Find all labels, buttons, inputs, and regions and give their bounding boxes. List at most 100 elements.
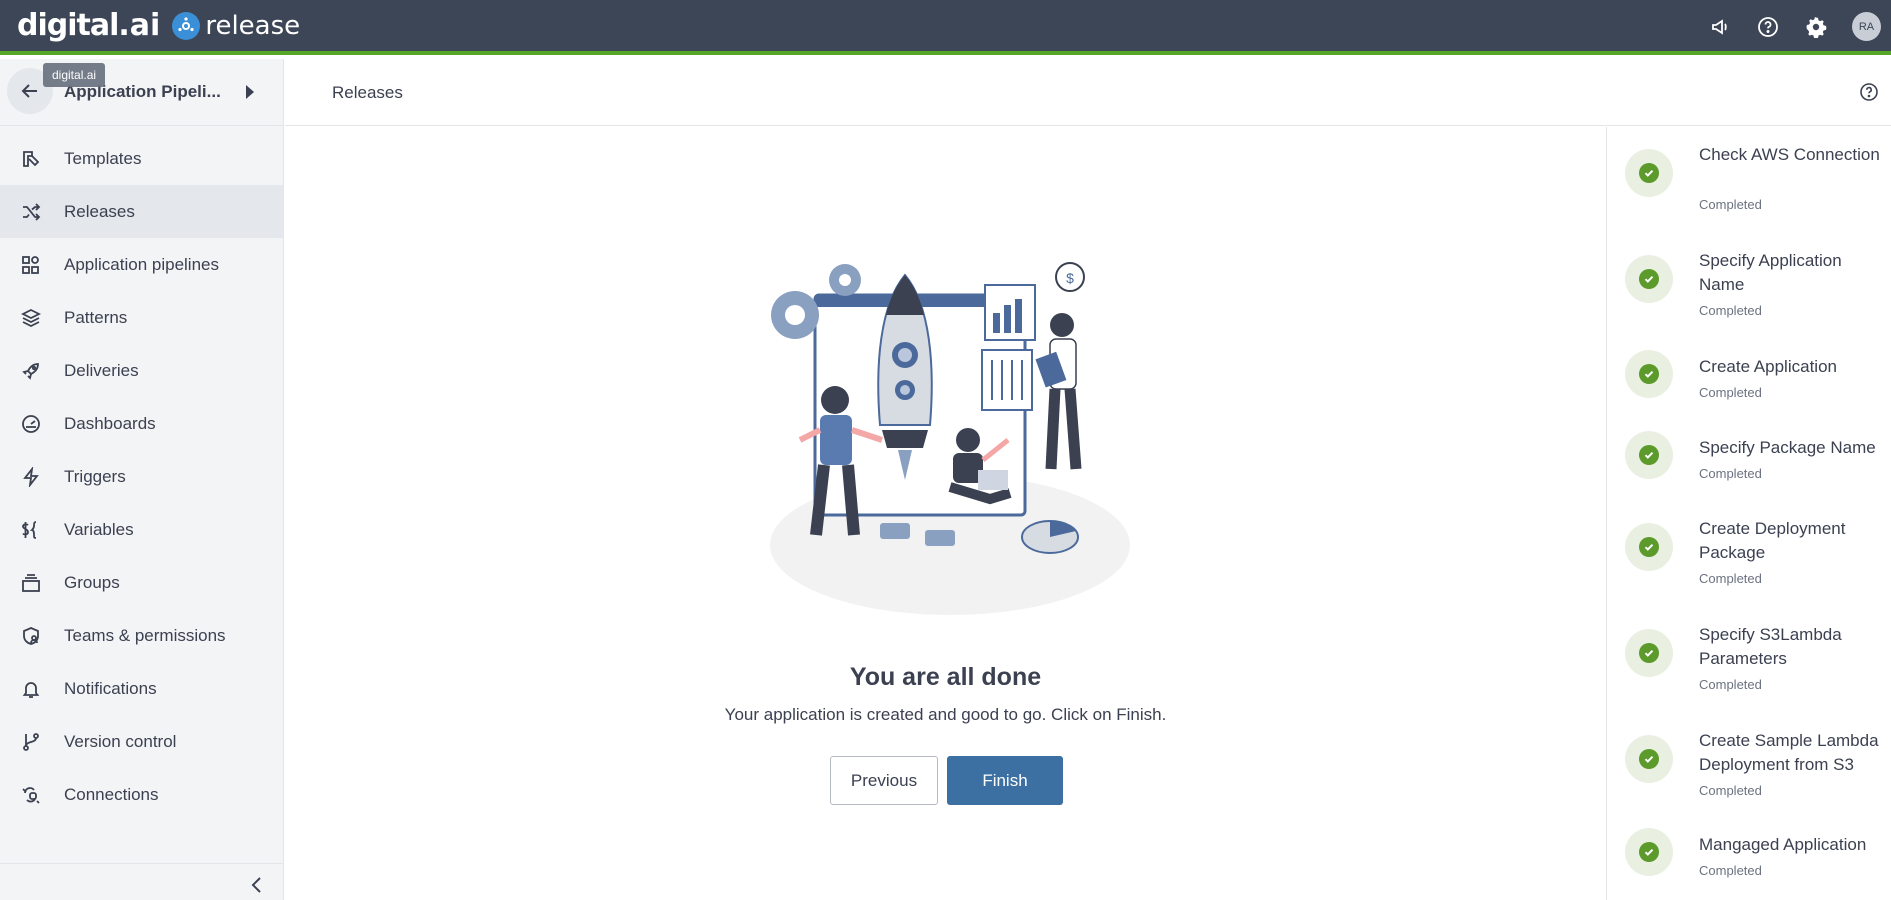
step-item[interactable]: Create Deployment Package Completed <box>1625 517 1885 597</box>
step-status: Completed <box>1699 571 1762 586</box>
help-circle-icon[interactable] <box>1859 82 1879 107</box>
sidebar-item-notifications[interactable]: Notifications <box>0 662 283 715</box>
sidebar-item-version-control[interactable]: Version control <box>0 715 283 768</box>
page-title: Releases <box>332 83 403 102</box>
check-circle-icon <box>1625 523 1673 571</box>
chevron-left-icon[interactable] <box>250 876 264 899</box>
sidebar-item-application-pipelines[interactable]: Application pipelines <box>0 238 283 291</box>
shuffle-icon <box>20 201 42 223</box>
connections-icon <box>20 784 42 806</box>
rocket-launch-illustration: $ <box>770 262 1130 615</box>
gauge-icon <box>20 413 42 435</box>
sidebar-item-label: Groups <box>64 572 120 592</box>
sidebar-item-label: Triggers <box>64 466 126 486</box>
sidebar-item-label: Variables <box>64 519 134 539</box>
step-name: Specify Application Name <box>1699 251 1842 294</box>
finish-button[interactable]: Finish <box>947 756 1063 805</box>
check-circle-icon <box>1625 828 1673 876</box>
step-item[interactable]: Specify S3Lambda Parameters Completed <box>1625 623 1885 703</box>
grid-icon <box>20 254 42 276</box>
template-icon <box>20 148 42 170</box>
check-circle-icon <box>1625 149 1673 197</box>
sidebar-item-label: Templates <box>64 148 142 168</box>
step-status: Completed <box>1699 863 1762 878</box>
brand-product: release <box>205 10 301 41</box>
step-name: Create Sample Lambda Deployment from S3 <box>1699 731 1879 774</box>
svg-text:$: $ <box>1066 270 1074 286</box>
step-item[interactable]: Mangaged Application Completed <box>1625 828 1885 893</box>
sidebar-item-label: Version control <box>64 731 177 751</box>
step-item[interactable]: Specify Application Name Completed <box>1625 249 1885 329</box>
step-name: Specify Package Name <box>1699 438 1876 457</box>
caret-right-icon[interactable] <box>245 85 255 104</box>
rocket-icon <box>20 360 42 382</box>
top-bar: digital .ai release RA <box>0 0 1891 55</box>
sidebar: Application Pipeli... digital.ai Templat… <box>0 59 284 900</box>
previous-button[interactable]: Previous <box>830 756 938 805</box>
sidebar-item-patterns[interactable]: Patterns <box>0 291 283 344</box>
variables-icon <box>20 519 42 541</box>
step-name: Specify S3Lambda Parameters <box>1699 625 1842 668</box>
branch-icon <box>20 731 42 753</box>
sidebar-item-label: Application pipelines <box>64 254 219 274</box>
check-circle-icon <box>1625 431 1673 479</box>
step-name: Create Application <box>1699 357 1837 376</box>
sidebar-item-label: Releases <box>64 201 135 221</box>
bell-icon <box>20 678 42 700</box>
sidebar-item-dashboards[interactable]: Dashboards <box>0 397 283 450</box>
sidebar-item-label: Teams & permissions <box>64 625 226 645</box>
sidebar-item-label: Deliveries <box>64 360 139 380</box>
help-circle-icon[interactable] <box>1756 15 1780 39</box>
step-item[interactable]: Check AWS Connection Completed <box>1625 143 1885 223</box>
step-status: Completed <box>1699 783 1762 798</box>
shield-user-icon <box>20 625 42 647</box>
step-name: Check AWS Connection <box>1699 145 1880 164</box>
sidebar-nav: Templates Releases Application pipelines… <box>0 132 283 821</box>
sidebar-item-triggers[interactable]: Triggers <box>0 450 283 503</box>
brand-digital: digital <box>17 8 119 43</box>
sidebar-item-variables[interactable]: Variables <box>0 503 283 556</box>
layers-icon <box>20 307 42 329</box>
completion-subtitle: Your application is created and good to … <box>724 705 1167 724</box>
step-status: Completed <box>1699 677 1762 692</box>
sidebar-item-teams-permissions[interactable]: Teams & permissions <box>0 609 283 662</box>
sidebar-item-connections[interactable]: Connections <box>0 768 283 821</box>
check-circle-icon <box>1625 255 1673 303</box>
brand-ai: .ai <box>118 8 161 43</box>
sidebar-footer <box>0 863 283 900</box>
step-name: Create Deployment Package <box>1699 519 1846 562</box>
main-content: $ You are all done Your application is c… <box>285 127 1606 900</box>
steps-panel: Check AWS Connection Completed Specify A… <box>1606 127 1891 900</box>
completion-title: You are all done <box>849 663 1042 691</box>
tooltip: digital.ai <box>43 63 106 87</box>
page-header: Releases <box>285 59 1891 126</box>
sidebar-item-label: Notifications <box>64 678 157 698</box>
check-circle-icon <box>1625 629 1673 677</box>
sidebar-item-releases[interactable]: Releases <box>0 185 283 238</box>
gear-icon[interactable] <box>1804 15 1828 39</box>
megaphone-icon[interactable] <box>1708 15 1732 39</box>
sidebar-header: Application Pipeli... digital.ai <box>0 59 283 126</box>
step-item[interactable]: Create Sample Lambda Deployment from S3 … <box>1625 729 1885 809</box>
release-logo-icon <box>172 11 201 40</box>
sidebar-item-label: Dashboards <box>64 413 156 433</box>
sidebar-item-label: Connections <box>64 784 159 804</box>
step-name: Mangaged Application <box>1699 835 1867 854</box>
step-item[interactable]: Specify Package Name Completed <box>1625 431 1885 496</box>
sidebar-item-label: Patterns <box>64 307 128 327</box>
brand-logo[interactable]: digital .ai release <box>17 8 300 43</box>
avatar[interactable]: RA <box>1852 12 1881 41</box>
step-status: Completed <box>1699 466 1762 481</box>
check-circle-icon <box>1625 735 1673 783</box>
stack-icon <box>20 572 42 594</box>
check-circle-icon <box>1625 350 1673 398</box>
sidebar-item-templates[interactable]: Templates <box>0 132 283 185</box>
sidebar-item-deliveries[interactable]: Deliveries <box>0 344 283 397</box>
step-status: Completed <box>1699 385 1762 400</box>
step-item[interactable]: Create Application Completed <box>1625 350 1885 415</box>
bolt-icon <box>20 466 42 488</box>
step-status: Completed <box>1699 303 1762 318</box>
sidebar-item-groups[interactable]: Groups <box>0 556 283 609</box>
arrow-left-icon <box>21 84 37 98</box>
step-status: Completed <box>1699 197 1762 212</box>
